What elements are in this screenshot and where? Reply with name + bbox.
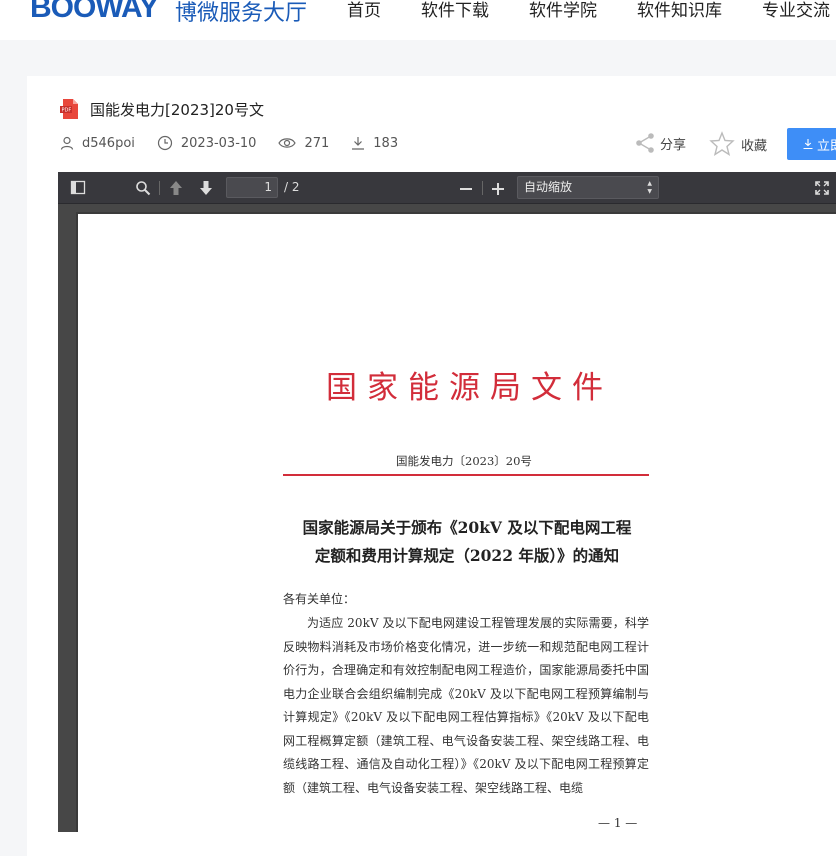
document-title: 国能发电力[2023]20号文 bbox=[90, 100, 264, 119]
download-count: 183 bbox=[373, 135, 399, 151]
zoom-out-icon[interactable] bbox=[459, 181, 473, 200]
star-icon bbox=[709, 131, 735, 157]
page-footer-number: — 1 — bbox=[598, 816, 638, 830]
site-logo[interactable]: BOOWAY bbox=[30, 0, 159, 25]
org-header-title: 国家能源局文件 bbox=[326, 370, 613, 406]
eye-icon bbox=[278, 138, 297, 148]
author-name[interactable]: d546poi bbox=[82, 136, 135, 151]
favorite-button[interactable]: 收藏 bbox=[709, 131, 767, 157]
download-icon bbox=[803, 139, 813, 149]
red-divider bbox=[283, 474, 649, 476]
previous-page-icon[interactable] bbox=[168, 180, 184, 200]
site-logo-subtitle[interactable]: 博微服务大厅 bbox=[175, 0, 307, 27]
upload-date: 2023-03-10 bbox=[180, 135, 257, 151]
nav-item-knowledge-base[interactable]: 软件知识库 bbox=[637, 0, 722, 21]
document-meta: d546poi 2023-03-10 271 183 bbox=[60, 135, 420, 151]
pdf-toolbar: 1 / 2 自动缩放 ▲ ▼ bbox=[58, 172, 836, 204]
view-count: 271 bbox=[304, 135, 330, 151]
pdf-viewer: 1 / 2 自动缩放 ▲ ▼ 国家能源局文件 国能发电力〔2023〕20号 国家能… bbox=[58, 172, 836, 832]
download-now-label: 立即下载 bbox=[817, 138, 836, 154]
downloads-meta: 183 bbox=[351, 136, 398, 151]
download-icon bbox=[352, 137, 365, 150]
notice-title: 国家能源局关于颁布《20kV 及以下配电网工程 定额和费用计算规定（2022 年… bbox=[302, 518, 632, 565]
svg-text:PDF: PDF bbox=[62, 108, 72, 114]
main-nav: 首页 软件下载 软件学院 软件知识库 专业交流 bbox=[347, 0, 836, 21]
author-meta: d546poi bbox=[60, 136, 135, 151]
pdf-file-icon: PDF bbox=[60, 98, 80, 120]
next-page-icon[interactable] bbox=[198, 180, 214, 200]
page-total: / 2 bbox=[284, 180, 300, 194]
download-now-button[interactable]: 立即下载 bbox=[787, 128, 836, 160]
pdf-page: 国家能源局文件 国能发电力〔2023〕20号 国家能源局关于颁布《20kV 及以… bbox=[78, 214, 836, 832]
nav-item-professional-exchange[interactable]: 专业交流 bbox=[762, 0, 830, 21]
chevron-updown-icon: ▲ ▼ bbox=[647, 180, 652, 195]
zoom-select[interactable]: 自动缩放 ▲ ▼ bbox=[517, 176, 659, 199]
sidebar-toggle-icon[interactable] bbox=[70, 180, 86, 200]
document-number: 国能发电力〔2023〕20号 bbox=[396, 454, 532, 468]
document-title-row: PDF 国能发电力[2023]20号文 bbox=[60, 98, 264, 120]
salutation: 各有关单位： bbox=[283, 592, 356, 606]
body-text: 为适应 20kV 及以下配电网建设工程管理发展的实际需要，科学反映物料消耗及市场… bbox=[283, 616, 649, 795]
favorite-label: 收藏 bbox=[741, 138, 768, 154]
zoom-value: 自动缩放 bbox=[524, 180, 573, 194]
user-icon bbox=[60, 136, 74, 150]
nav-item-home[interactable]: 首页 bbox=[347, 0, 381, 21]
share-button[interactable]: 分享 bbox=[634, 132, 686, 154]
zoom-in-icon[interactable] bbox=[491, 181, 505, 200]
fullscreen-icon[interactable] bbox=[815, 180, 829, 199]
share-label: 分享 bbox=[660, 137, 687, 153]
search-icon[interactable] bbox=[135, 180, 151, 200]
share-icon bbox=[636, 133, 654, 153]
clock-icon bbox=[157, 135, 172, 151]
nav-item-software-academy[interactable]: 软件学院 bbox=[529, 0, 597, 21]
views-meta: 271 bbox=[278, 136, 329, 151]
page-number-input[interactable]: 1 bbox=[226, 177, 278, 198]
date-meta: 2023-03-10 bbox=[157, 135, 257, 151]
top-header: BOOWAY 博微服务大厅 首页 软件下载 软件学院 软件知识库 专业交流 bbox=[0, 0, 836, 40]
nav-item-software-download[interactable]: 软件下载 bbox=[421, 0, 489, 21]
